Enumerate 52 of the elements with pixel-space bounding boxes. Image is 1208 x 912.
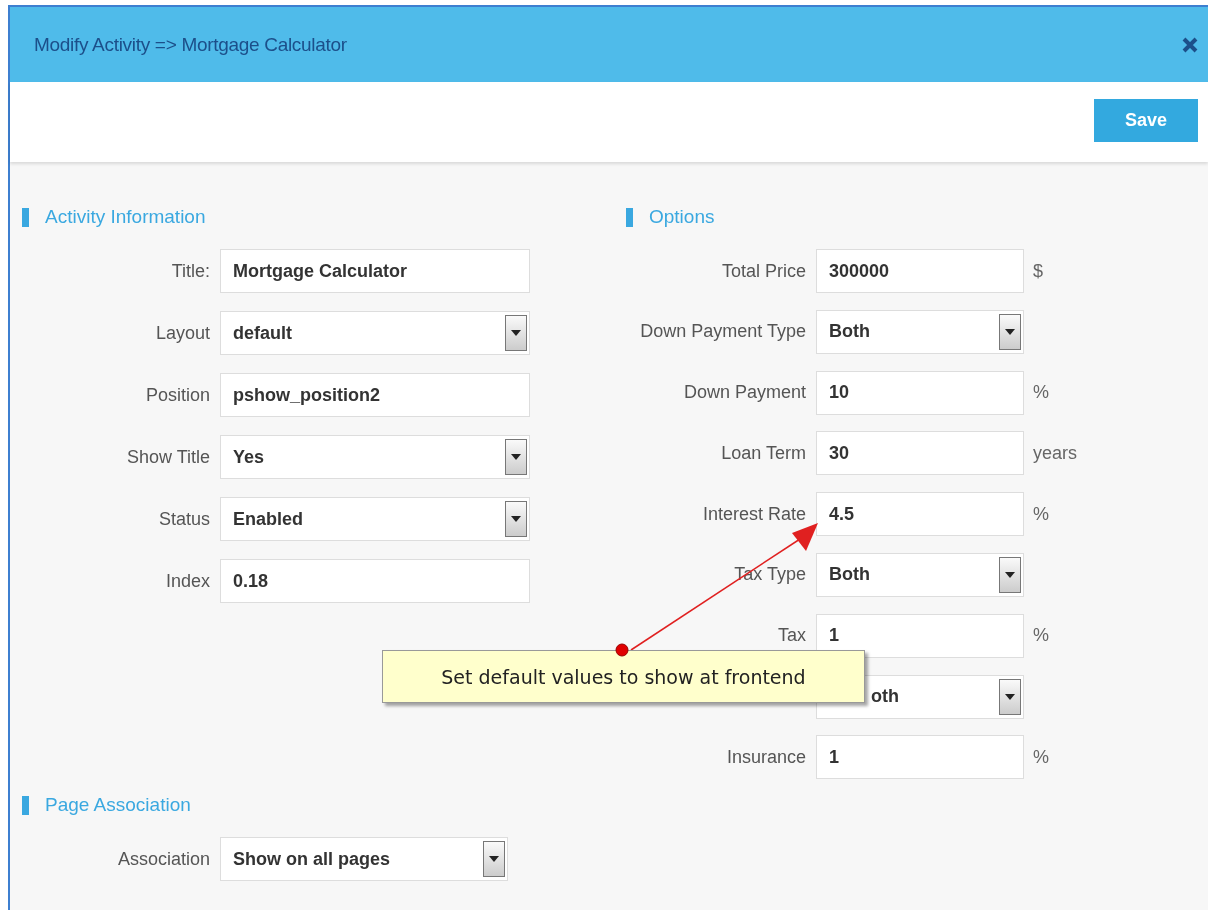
field-label: Position bbox=[144, 384, 210, 406]
caret-icon bbox=[511, 516, 521, 522]
dropdown[interactable]: default bbox=[220, 311, 530, 355]
input-field[interactable]: 10 bbox=[816, 370, 1024, 415]
input-field[interactable]: 0.18 bbox=[220, 559, 530, 603]
anchor-dot bbox=[615, 643, 629, 657]
close-icon[interactable] bbox=[1182, 36, 1198, 53]
unit-label: years bbox=[1033, 442, 1077, 464]
dropdown[interactable]: Yes bbox=[220, 435, 530, 479]
section-marker bbox=[22, 207, 29, 227]
section-heading: Activity Information bbox=[45, 206, 206, 228]
dropdown[interactable]: Both bbox=[816, 553, 1024, 597]
field-label: Index bbox=[164, 570, 210, 592]
field-label: Association bbox=[116, 848, 210, 870]
field-label: Layout bbox=[154, 322, 210, 344]
caret-icon bbox=[489, 856, 499, 863]
caret-icon bbox=[1005, 328, 1015, 335]
field-label: Interest Rate bbox=[701, 503, 806, 525]
input-field[interactable]: 4.5 bbox=[816, 492, 1024, 537]
input-field[interactable]: 30 bbox=[816, 431, 1024, 476]
caret-icon bbox=[511, 454, 521, 460]
unit-label: $ bbox=[1033, 260, 1043, 282]
dialog-title: Modify Activity => Mortgage Calculator bbox=[34, 33, 347, 56]
unit-label: % bbox=[1033, 746, 1049, 768]
unit-label: % bbox=[1033, 382, 1049, 404]
field-label: Total Price bbox=[720, 260, 806, 282]
field-label: Down Payment Type bbox=[639, 321, 806, 343]
input-field[interactable]: 1 bbox=[816, 613, 1024, 658]
field-label: Tax bbox=[777, 625, 806, 647]
section-heading: Options bbox=[649, 206, 715, 228]
dropdown[interactable]: Show on all pages bbox=[220, 837, 508, 882]
unit-label: % bbox=[1033, 503, 1049, 525]
input-field[interactable]: Mortgage Calculator bbox=[220, 249, 530, 293]
input-field[interactable]: pshow_position2 bbox=[220, 373, 530, 417]
field-label: Loan Term bbox=[720, 442, 806, 464]
dropdown[interactable]: Both bbox=[816, 309, 1024, 354]
dropdown[interactable]: Enabled bbox=[220, 497, 530, 541]
field-label: Down Payment bbox=[682, 382, 806, 404]
caret-icon bbox=[1005, 572, 1015, 578]
field-label: Title: bbox=[170, 260, 210, 282]
caret-icon bbox=[511, 330, 521, 336]
field-label: Insurance bbox=[725, 746, 806, 768]
caret-icon bbox=[1005, 693, 1015, 700]
section-heading: Page Association bbox=[45, 794, 191, 817]
section-marker bbox=[626, 207, 633, 227]
unit-label: % bbox=[1033, 625, 1049, 647]
input-field[interactable]: 300000 bbox=[816, 249, 1024, 293]
callout-text: Set default values to show at frontend bbox=[441, 665, 806, 688]
field-label: Show Title bbox=[125, 446, 210, 468]
field-label: Status bbox=[157, 508, 210, 530]
section-marker bbox=[22, 795, 29, 815]
input-field[interactable]: 1 bbox=[816, 735, 1024, 780]
